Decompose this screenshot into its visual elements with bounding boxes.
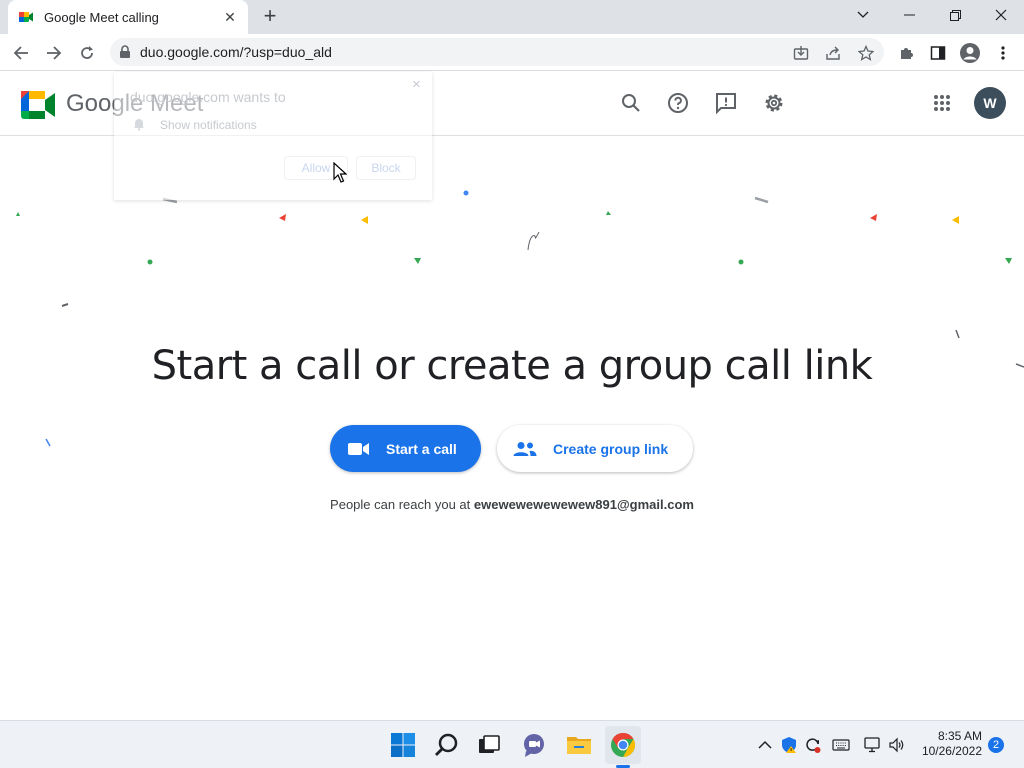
prompt-close-icon[interactable]: × (412, 76, 421, 93)
bell-icon (134, 119, 144, 131)
tab-search-chevron-icon[interactable] (840, 0, 886, 30)
video-camera-icon (348, 442, 369, 455)
tab-title: Google Meet calling (44, 9, 159, 25)
minimize-button[interactable] (886, 0, 932, 30)
sync-error-icon[interactable] (804, 736, 822, 754)
system-clock[interactable]: 8:35 AM 10/26/2022 (914, 729, 982, 759)
clock-time: 8:35 AM (937, 729, 982, 743)
new-tab-button[interactable]: + (258, 5, 282, 29)
file-explorer-icon[interactable] (566, 732, 592, 758)
address-bar[interactable]: duo.google.com/?usp=duo_ald (110, 38, 884, 66)
start-call-label: Start a call (386, 440, 457, 457)
side-panel-icon[interactable] (925, 40, 951, 66)
browser-menu-icon[interactable] (990, 40, 1016, 66)
url-text[interactable]: duo.google.com/?usp=duo_ald (140, 44, 332, 60)
page-headline: Start a call or create a group call link (151, 343, 873, 389)
browser-tab-strip: Google Meet calling ✕ + (0, 0, 1024, 34)
apps-grid-icon[interactable] (930, 91, 954, 115)
feedback-icon[interactable] (714, 91, 738, 115)
reach-info: People can reach you at ewewewewewewew89… (0, 497, 1024, 512)
keyboard-icon[interactable] (832, 736, 850, 754)
windows-taskbar: 8:35 AM 10/26/2022 2 (0, 720, 1024, 768)
block-button[interactable]: Block (356, 156, 416, 180)
reach-prefix: People can reach you at (330, 497, 471, 512)
extensions-puzzle-icon[interactable] (893, 40, 919, 66)
meet-favicon-icon (19, 12, 33, 22)
notification-permission-prompt: duo.google.com wants to × Show notificat… (114, 72, 432, 200)
restore-button[interactable] (932, 0, 978, 30)
create-group-label: Create group link (553, 440, 669, 457)
account-avatar[interactable]: W (974, 87, 1006, 119)
security-warning-icon[interactable] (780, 736, 798, 754)
lock-icon[interactable] (118, 45, 132, 59)
prompt-title: duo.google.com wants to (130, 89, 286, 105)
volume-icon[interactable] (888, 736, 906, 754)
forward-icon[interactable] (41, 40, 67, 66)
mouse-cursor-icon (333, 162, 347, 183)
taskbar-search-icon[interactable] (434, 732, 460, 758)
windows-start-icon[interactable] (390, 732, 416, 758)
start-call-button[interactable]: Start a call (330, 425, 481, 472)
chrome-icon[interactable] (610, 732, 636, 758)
bookmark-star-icon[interactable] (853, 40, 879, 66)
profile-icon[interactable] (957, 40, 983, 66)
prompt-permission-text: Show notifications (160, 118, 257, 132)
close-window-button[interactable] (978, 0, 1024, 30)
group-people-icon (513, 441, 537, 456)
chat-icon[interactable] (521, 732, 547, 758)
network-icon[interactable] (864, 736, 882, 754)
clock-date: 10/26/2022 (921, 744, 982, 758)
google-meet-logo-icon (21, 91, 55, 119)
back-icon[interactable] (8, 40, 34, 66)
share-icon[interactable] (820, 40, 846, 66)
browser-tab[interactable]: Google Meet calling ✕ (8, 0, 248, 34)
help-icon[interactable] (666, 91, 690, 115)
settings-gear-icon[interactable] (762, 91, 786, 115)
browser-toolbar: duo.google.com/?usp=duo_ald (0, 34, 1024, 71)
reload-icon[interactable] (74, 40, 100, 66)
install-app-icon[interactable] (788, 40, 814, 66)
show-hidden-icons-chevron-icon[interactable] (756, 736, 774, 754)
create-group-link-button[interactable]: Create group link (497, 425, 693, 472)
search-icon[interactable] (619, 91, 643, 115)
reach-email: ewewewewewewew891@gmail.com (473, 497, 694, 512)
task-view-icon[interactable] (476, 732, 502, 758)
notification-count-badge[interactable]: 2 (988, 737, 1004, 753)
tab-close-icon[interactable]: ✕ (222, 9, 238, 26)
